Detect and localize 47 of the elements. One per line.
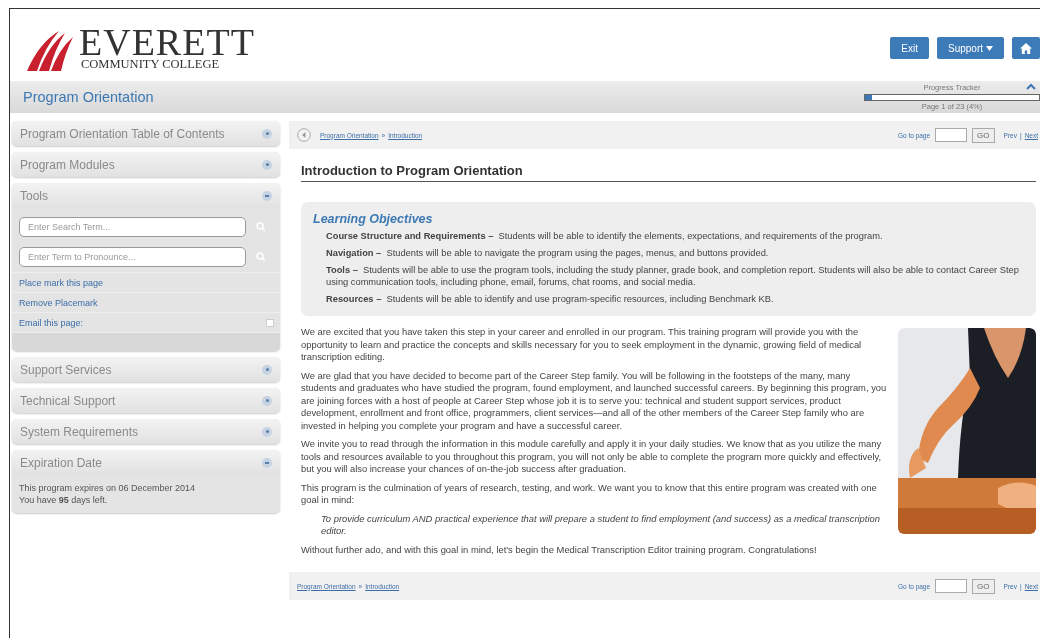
quote-text: To provide curriculum AND practical experience that will prepare a student to find employment (and success) as a medical transcription editor. <box>320 512 881 538</box>
chevron-up-icon[interactable] <box>1026 83 1036 90</box>
search-field[interactable]: Enter Term to Pronounce... <box>19 247 246 267</box>
program-title: Program Orientation <box>23 89 155 105</box>
expiration-text: This program expires on 06 December 2014 <box>18 482 197 495</box>
panel-header[interactable]: Program Orientation Table of Contents <box>12 121 280 146</box>
objective-text: Course Structure and Requirements – Students will be able to identify the elements, expectations, and requirements of the program. <box>326 230 884 242</box>
panel-header[interactable]: Expiration Date <box>12 450 280 475</box>
page-title: Introduction to Program Orientation <box>301 163 1036 182</box>
logo-subtitle: COMMUNITY COLLEGE <box>81 57 221 71</box>
caret-icon <box>986 45 993 51</box>
logo-name: EVERETT <box>79 25 255 58</box>
paragraph: We are glad that you have decided to become part of the Career Step family. You will be following in the footsteps of the many, many students and graduates who have studied the program, found employment, and launched successful careers. By beginning this program, you are joining forces with a host of people at Career Step whose job it is to serve you: technical and student support services, product development, enrollment and front office, programmers, client services—and all of the other members of the Career Step family who are invested in helping you complete your program and have a successful career. <box>301 369 888 432</box>
go-button[interactable]: GO <box>972 127 995 143</box>
home-icon <box>1020 42 1032 54</box>
page-field[interactable] <box>935 579 968 593</box>
expand-icon[interactable] <box>262 426 272 437</box>
collapse-icon[interactable] <box>262 457 272 468</box>
objectives-title: Learning Objectives <box>313 212 434 226</box>
paragraph: Without further ado, and with this goal in mind, let's begin the Medical Transcription Editor training program. Congratulations! <box>301 543 818 556</box>
panel-header[interactable]: Support Services <box>12 357 280 382</box>
expand-icon[interactable] <box>262 364 272 375</box>
support-button[interactable]: Support <box>936 37 1004 59</box>
objective-text: Resources – Students will be able to identify and use program-specific resources, including Benchmark KB. <box>326 293 775 305</box>
page-field[interactable] <box>935 128 968 142</box>
objective-text: Navigation – Students will be able to navigate the program using the pages, menus, and buttons provided. <box>326 247 770 259</box>
paragraph: This program is the culmination of years of research, testing, and work. We want you to know that this entire program was created with one goal in mind: <box>301 481 878 507</box>
paragraph: We invite you to read through the information in this module carefully and apply it in your daily studies. We know that as you utilize the many tools and resources available to you throughout this program, you will not only be able to complete the program more quickly and effectively, but you will also increase your chances of on-the-job success after graduation. <box>301 438 883 476</box>
search-field[interactable]: Enter Search Term... <box>19 217 246 237</box>
sidebar-link[interactable]: Remove Placemark <box>19 297 98 308</box>
sidebar-link[interactable]: Email this page: <box>19 317 84 328</box>
paragraph: We are excited that you have taken this step in your career and enrolled in our program. This training program will provide you with the opportunity to learn and practice the concepts and skills necessary for you to seek employment in the dynamic, growing field of medical transcription editing. <box>301 326 863 364</box>
panel-header[interactable]: Tools <box>12 183 280 208</box>
expiration-text: You have 95 days left. <box>18 495 109 507</box>
expand-icon[interactable] <box>262 128 272 139</box>
go-button[interactable]: GO <box>972 578 995 594</box>
panel-header[interactable]: Technical Support <box>12 388 280 413</box>
collapse-icon[interactable] <box>262 190 272 201</box>
home-button[interactable] <box>1012 37 1040 59</box>
expand-icon[interactable] <box>262 159 272 170</box>
expand-icon[interactable] <box>262 395 272 406</box>
back-button[interactable] <box>297 128 311 142</box>
exit-button[interactable]: Exit <box>890 37 929 59</box>
panel-header[interactable]: Program Modules <box>12 152 280 177</box>
panel-header[interactable]: System Requirements <box>12 419 280 444</box>
objective-text: Tools – Students will be able to use the program tools, including the study planner, grade book, and completion report. Students will also be able to contact Career Step using communication tools, including phone, email, forums, chat rooms, and social media. <box>326 264 1020 288</box>
sidebar-link[interactable]: Place mark this page <box>19 277 104 288</box>
